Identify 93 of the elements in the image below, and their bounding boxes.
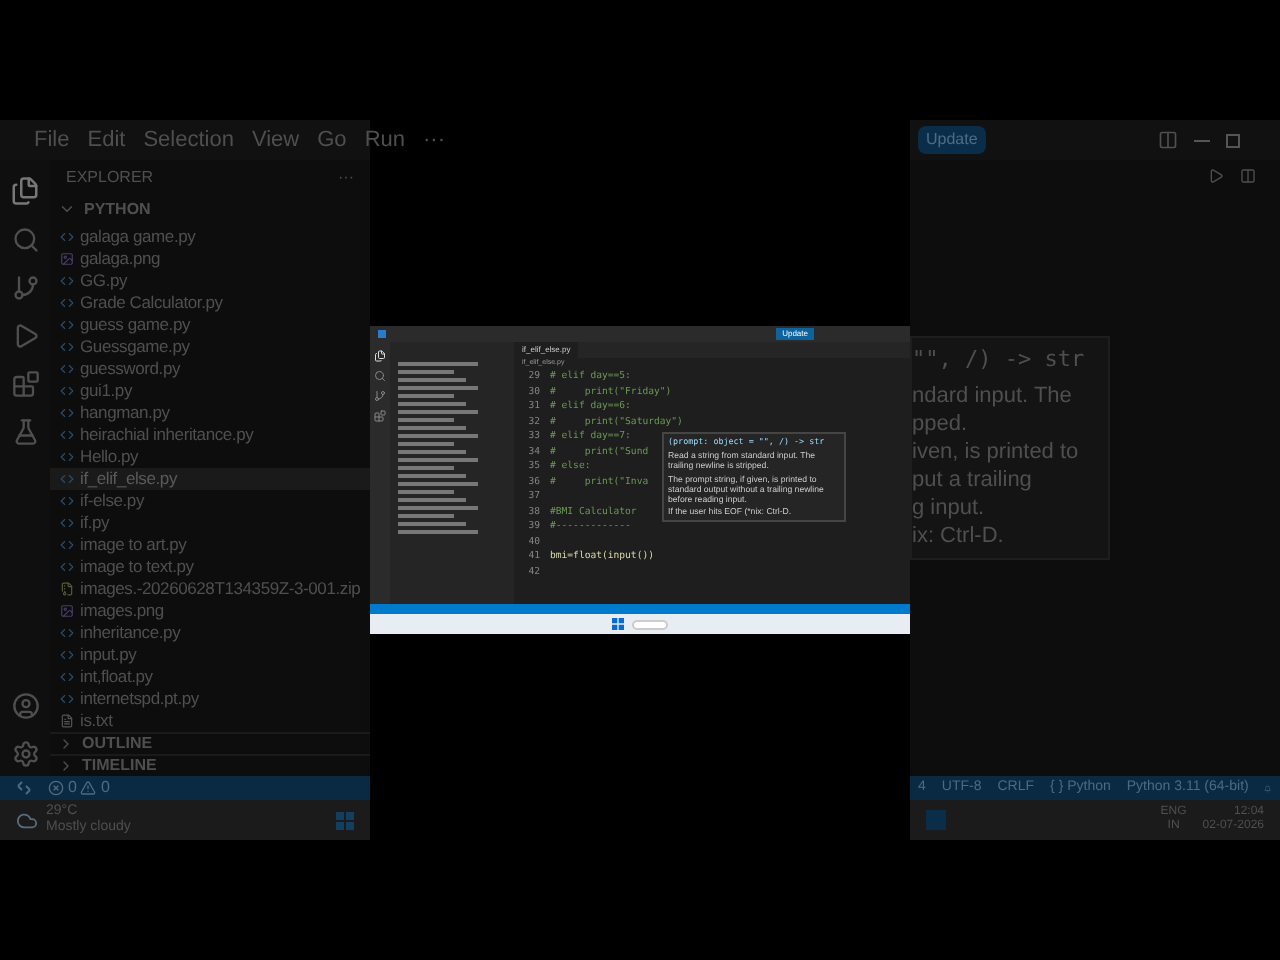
- layout-icon[interactable]: [1158, 130, 1178, 150]
- explorer-entry[interactable]: internetspd.pt.py: [50, 688, 370, 710]
- python-file-icon: [60, 692, 74, 706]
- extensions-icon[interactable]: [374, 410, 386, 422]
- run-icon[interactable]: [11, 322, 39, 350]
- split-editor-icon[interactable]: [1240, 168, 1256, 184]
- search-icon[interactable]: [11, 226, 39, 254]
- warning-count: 0: [100, 776, 110, 800]
- explorer-entry[interactable]: int,float.py: [50, 666, 370, 688]
- branch-icon[interactable]: [374, 390, 386, 402]
- flask-icon[interactable]: [11, 418, 39, 446]
- panel-title: EXPLORER: [66, 166, 154, 190]
- explorer-entry[interactable]: gui1.py: [50, 380, 370, 402]
- folder-name[interactable]: PYTHON: [84, 197, 151, 221]
- explorer-entry[interactable]: images.-20260628T134359Z-3-001.zip: [50, 578, 370, 600]
- search-icon[interactable]: [374, 370, 386, 382]
- python-file-icon: [60, 494, 74, 508]
- function-signature: "", /) -> str: [912, 346, 1087, 374]
- weather-icon: [16, 809, 38, 831]
- python-file-icon: [60, 428, 74, 442]
- archive-file-icon: [60, 582, 74, 596]
- explorer-entry[interactable]: GG.py: [50, 270, 370, 292]
- python-file-icon: [60, 362, 74, 376]
- explorer-entry[interactable]: Guessgame.py: [50, 336, 370, 358]
- menu-item[interactable]: Edit: [87, 123, 126, 157]
- python-file-icon: [60, 384, 74, 398]
- explorer-entry[interactable]: is.txt: [50, 710, 370, 732]
- python-file-icon: [60, 274, 74, 288]
- python-file-icon: [60, 626, 74, 640]
- maximize-icon[interactable]: [1226, 133, 1240, 147]
- tooltip-text: put a trailing: [912, 466, 1034, 494]
- warning-icon: [80, 780, 97, 796]
- python-file-icon: [60, 318, 74, 332]
- python-file-icon: [60, 296, 74, 310]
- python-file-icon: [60, 230, 74, 244]
- menu-item[interactable]: Run: [364, 123, 405, 157]
- tooltip-text: g input.: [912, 494, 987, 522]
- python-file-icon: [60, 648, 74, 662]
- explorer-entry[interactable]: Grade Calculator.py: [50, 292, 370, 314]
- chevron-icon: [58, 200, 76, 218]
- more-actions[interactable]: ···: [338, 166, 354, 190]
- error-icon: [48, 780, 64, 796]
- python-file-icon: [60, 340, 74, 354]
- explorer-entry[interactable]: images.png: [50, 600, 370, 622]
- error-count: 0: [68, 776, 77, 800]
- remote-icon: [16, 780, 32, 796]
- menu-item[interactable]: Selection: [143, 123, 234, 157]
- python-file-icon: [60, 670, 74, 684]
- explorer-icon[interactable]: [10, 176, 40, 206]
- minimize-icon[interactable]: [1194, 139, 1210, 141]
- python-file-icon: [60, 538, 74, 552]
- image-file-icon: [60, 604, 74, 618]
- menu-item[interactable]: View: [251, 123, 300, 157]
- explorer-entry[interactable]: if-else.py: [50, 490, 370, 512]
- image-file-icon: [60, 252, 74, 266]
- python-file-icon: [60, 516, 74, 530]
- tooltip-text: ndard input. The: [912, 382, 1074, 410]
- text-file-icon: [60, 714, 74, 728]
- menu-item[interactable]: ···: [423, 123, 445, 157]
- windows-logo-icon[interactable]: [612, 618, 624, 630]
- windows-logo-icon[interactable]: [336, 811, 354, 829]
- tooltip-text: pped.: [912, 410, 970, 438]
- explorer-entry[interactable]: image to text.py: [50, 556, 370, 578]
- python-file-icon: [60, 406, 74, 420]
- taskbar-search-field[interactable]: [632, 619, 668, 629]
- settings-icon[interactable]: [11, 740, 39, 768]
- branch-icon[interactable]: [11, 274, 39, 302]
- app-logo-icon: [378, 330, 386, 338]
- explorer-entry[interactable]: image to art.py: [50, 534, 370, 556]
- run-icon[interactable]: [1208, 168, 1224, 184]
- account-icon[interactable]: [11, 692, 39, 720]
- explorer-entry[interactable]: guessword.py: [50, 358, 370, 380]
- python-file-icon: [60, 450, 74, 464]
- explorer-entry[interactable]: input.py: [50, 644, 370, 666]
- section-header[interactable]: OUTLINE: [50, 732, 370, 754]
- tooltip-text: ix: Ctrl-D.: [912, 522, 1006, 550]
- explorer-entry[interactable]: inheritance.py: [50, 622, 370, 644]
- explorer-entry[interactable]: galaga.png: [50, 248, 370, 270]
- explorer-entry[interactable]: guess game.py: [50, 314, 370, 336]
- tooltip-text: iven, is printed to: [912, 438, 1081, 466]
- explorer-entry[interactable]: galaga game.py: [50, 226, 370, 248]
- explorer-icon[interactable]: [374, 350, 386, 362]
- menu-item[interactable]: Go: [317, 123, 347, 157]
- python-file-icon: [60, 560, 74, 574]
- python-file-icon: [60, 472, 74, 486]
- explorer-entry[interactable]: if_elif_else.py: [50, 468, 370, 490]
- explorer-entry[interactable]: hangman.py: [50, 402, 370, 424]
- explorer-entry[interactable]: Hello.py: [50, 446, 370, 468]
- explorer-entry[interactable]: heirachial inheritance.py: [50, 424, 370, 446]
- explorer-entry[interactable]: if.py: [50, 512, 370, 534]
- menu-item[interactable]: File: [34, 123, 70, 157]
- update-button[interactable]: Update: [918, 126, 986, 154]
- extensions-icon[interactable]: [11, 370, 39, 398]
